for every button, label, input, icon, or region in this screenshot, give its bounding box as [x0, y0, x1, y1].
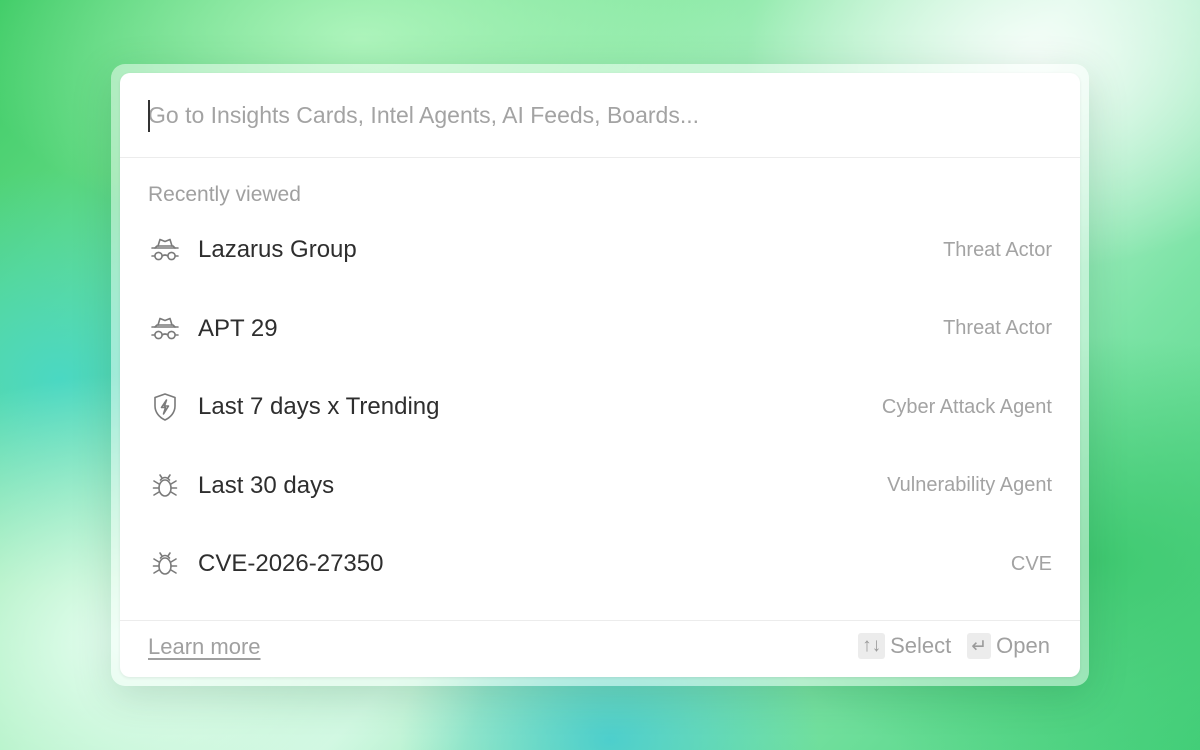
arrow-keys-icon: ↑↓ — [858, 633, 886, 659]
learn-more-link[interactable]: Learn more — [148, 634, 261, 660]
list-item-type: Threat Actor — [943, 238, 1052, 261]
command-palette: Recently viewed Lazarus Group Threat Act… — [120, 73, 1080, 677]
bug-icon — [148, 469, 182, 503]
list-item[interactable]: APT 29 Threat Actor — [120, 290, 1080, 369]
shield-bolt-icon — [148, 390, 182, 424]
search-input[interactable] — [148, 95, 1048, 135]
list-item-title: Last 30 days — [198, 471, 335, 499]
select-hint-label: Select — [890, 633, 952, 658]
palette-footer: Learn more ↑↓ Select ↵ Open — [120, 620, 1080, 677]
list-item[interactable]: Last 7 days x Trending Cyber Attack Agen… — [120, 368, 1080, 447]
open-hint-label: Open — [996, 633, 1050, 658]
spy-icon — [148, 312, 182, 346]
list-item-title: Lazarus Group — [198, 236, 357, 264]
list-item-title: Last 7 days x Trending — [198, 393, 440, 421]
list-item-type: CVE — [1010, 552, 1052, 575]
list-item-type: Threat Actor — [943, 317, 1052, 340]
spy-icon — [148, 233, 182, 267]
search-row — [120, 73, 1080, 158]
list-item[interactable]: Last 30 days Vulnerability Agent — [120, 447, 1080, 526]
section-label-recently-viewed: Recently viewed — [148, 183, 301, 206]
bug-icon — [148, 547, 182, 581]
text-caret — [148, 100, 150, 132]
recent-list: Lazarus Group Threat Actor APT 29 Threat… — [120, 211, 1080, 604]
list-item-type: Cyber Attack Agent — [881, 395, 1052, 418]
list-item-title: APT 29 — [198, 314, 278, 342]
list-item[interactable]: Lazarus Group Threat Actor — [120, 211, 1080, 290]
list-item-type: Vulnerability Agent — [887, 474, 1052, 497]
keyboard-hints: ↑↓ Select ↵ Open — [858, 633, 1050, 659]
list-item-title: CVE-2026-27350 — [198, 550, 384, 578]
enter-key-icon: ↵ — [967, 633, 992, 659]
list-item[interactable]: CVE-2026-27350 CVE — [120, 525, 1080, 604]
